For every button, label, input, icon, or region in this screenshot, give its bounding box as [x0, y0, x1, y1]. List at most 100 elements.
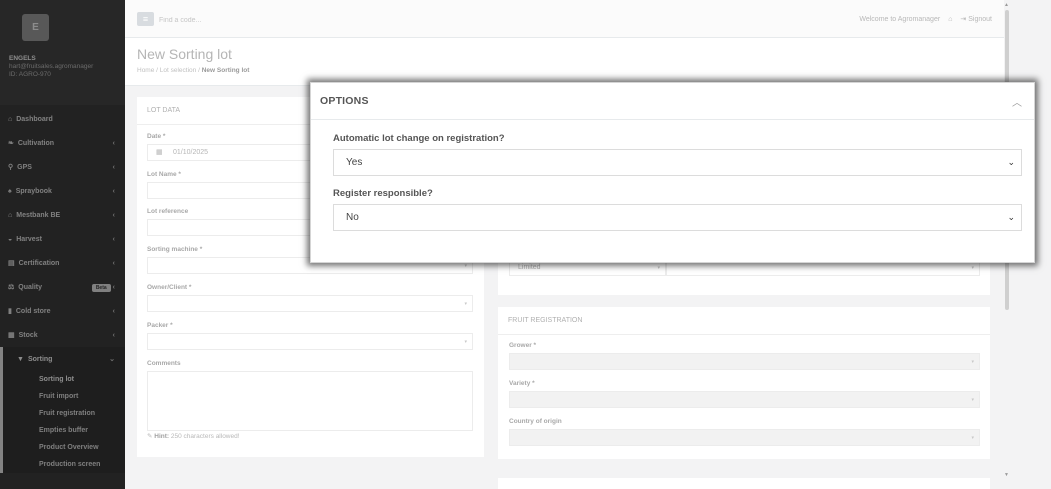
sidebar-item-cold-store[interactable]: ▮ Cold store ‹	[0, 299, 125, 323]
profile-area: E ENGELS hart@fruitsales.agromanager ID:…	[0, 0, 125, 105]
variety-select[interactable]: ▾	[509, 391, 980, 408]
sidebar-item-label: Spraybook	[15, 187, 52, 195]
comments-label: Comments	[147, 360, 181, 367]
sidebar-item-sorting[interactable]: ▼ Sorting ⌄	[0, 347, 125, 371]
sidebar-item-label: Certification	[18, 259, 60, 267]
sidebar-item-right: ‹	[113, 164, 115, 171]
comments-hint: ✎ Hint: 250 characters allowed!	[147, 432, 240, 440]
sidebar-item-label: Stock	[18, 331, 38, 339]
register-responsible-select[interactable]: No ⌄	[333, 204, 1022, 231]
country-of-origin-select[interactable]: ▾	[509, 429, 980, 446]
packer-select[interactable]: ▾	[147, 333, 473, 350]
lot-name-label: Lot Name *	[147, 171, 181, 178]
chevron-left-icon: ‹	[112, 187, 115, 195]
sidebar-item-gps[interactable]: ⚲ GPS ‹	[0, 155, 125, 179]
register-responsible-value: No	[346, 212, 359, 223]
auto-lot-change-value: Yes	[346, 157, 363, 168]
sidebar-item-harvest[interactable]: ◒ Harvest ‹	[0, 227, 125, 251]
date-label: Date *	[147, 133, 166, 140]
sidebar-item-spraybook[interactable]: ♠ Spraybook ‹	[0, 179, 125, 203]
breadcrumb-current: New Sorting lot	[201, 67, 250, 74]
grower-select[interactable]: ▾	[509, 353, 980, 370]
signout-icon: ⇥	[960, 16, 967, 23]
sidebar-item-cultivation[interactable]: ❧ Cultivation ‹	[0, 131, 125, 155]
auto-lot-change-select[interactable]: Yes ⌄	[333, 149, 1022, 176]
scroll-up-icon[interactable]: ▲	[1004, 2, 1009, 8]
chevron-down-icon: ⌄	[109, 356, 115, 363]
home-icon: ⌂	[8, 115, 13, 123]
avatar[interactable]: E	[22, 14, 49, 41]
breadcrumb: Home / Lot selection / New Sorting lot	[137, 67, 1004, 74]
submenu-item[interactable]: Sorting lot	[3, 371, 125, 388]
chevron-left-icon: ‹	[112, 139, 115, 147]
sidebar-item-mestbank-be[interactable]: ⌂ Mestbank BE ‹	[0, 203, 125, 227]
map-pin-icon: ⚲	[8, 164, 14, 171]
submenu-item[interactable]: Empties buffer	[3, 422, 125, 439]
chevron-down-icon: ⌄	[1007, 212, 1015, 222]
fruit-registration-title: FRUIT REGISTRATION	[498, 307, 990, 335]
user-id: ID: AGRO-970	[9, 71, 51, 78]
submenu-item[interactable]: Production screen	[3, 456, 125, 473]
breadcrumb-home[interactable]: Home	[137, 67, 154, 74]
sidebar-item-right: ‹	[113, 140, 115, 147]
hint-text: 250 characters allowed!	[170, 433, 240, 440]
signout-link[interactable]: ⇥ Signout	[960, 15, 992, 23]
chevron-left-icon: ‹	[112, 235, 115, 243]
sidebar-item-quality[interactable]: ⚖ Quality Beta ‹	[0, 275, 125, 299]
chevron-down-icon: ▾	[464, 339, 467, 345]
beta-badge: Beta	[91, 283, 111, 292]
sidebar: E ENGELS hart@fruitsales.agromanager ID:…	[0, 0, 125, 489]
sidebar-item-right: ‹	[113, 212, 115, 219]
country-of-origin-label: Country of origin	[509, 418, 562, 425]
sidebar-item-label: Cold store	[15, 307, 51, 315]
packer-label: Packer *	[147, 322, 173, 329]
sidebar-item-label: Dashboard	[16, 115, 53, 123]
sidebar-item-content: ⚖ Quality	[8, 283, 42, 292]
scroll-down-icon[interactable]: ▼	[1004, 472, 1009, 478]
menu-toggle-button[interactable]: ≡	[137, 12, 154, 26]
options-title: OPTIONS	[320, 95, 369, 107]
spray-icon: ♠	[8, 187, 12, 195]
chevron-down-icon: ▾	[464, 263, 467, 269]
sidebar-item-label: Cultivation	[17, 139, 55, 147]
chevron-left-icon: ‹	[112, 211, 115, 219]
comments-textarea[interactable]	[147, 371, 473, 431]
thermometer-icon: ▮	[8, 308, 12, 315]
submenu-item[interactable]: Fruit registration	[3, 405, 125, 422]
sidebar-item-right: Beta ‹	[91, 283, 115, 292]
next-panel-edge	[498, 478, 990, 489]
submenu-item[interactable]: Product Overview	[3, 439, 125, 456]
limited-value: Limited	[518, 264, 541, 271]
sidebar-item-dashboard[interactable]: ⌂ Dashboard	[0, 107, 125, 131]
chevron-up-icon[interactable]: ︿	[1012, 94, 1022, 109]
chevron-down-icon: ⌄	[1007, 157, 1015, 167]
options-modal: OPTIONS ︿ Automatic lot change on regist…	[310, 82, 1035, 263]
breadcrumb-lot-selection[interactable]: Lot selection	[160, 67, 197, 74]
auto-lot-change-label: Automatic lot change on registration?	[333, 133, 505, 144]
chevron-down-icon: ▾	[657, 265, 660, 271]
sidebar-item-right: ‹	[113, 188, 115, 195]
chevron-down-icon: ▾	[971, 397, 974, 403]
welcome-text: Welcome to Agromanager	[859, 15, 941, 23]
sidebar-item-stock[interactable]: ▦ Stock ‹	[0, 323, 125, 347]
owner-client-select[interactable]: ▾	[147, 295, 473, 312]
search-input[interactable]	[159, 13, 459, 27]
sidebar-nav: ⌂ Dashboard ❧ Cultivation ‹ ⚲ GPS ‹ ♠ Spraybook ‹ ⌂…	[0, 105, 125, 473]
sidebar-item-content: ⌂ Dashboard	[8, 116, 53, 123]
owner-client-label: Owner/Client *	[147, 284, 192, 291]
home-icon[interactable]: ⌂	[948, 16, 952, 23]
lot-reference-label: Lot reference	[147, 208, 189, 215]
sidebar-item-content: ▼ Sorting	[17, 356, 52, 363]
chevron-left-icon: ‹	[112, 259, 115, 267]
sidebar-item-label: GPS	[17, 163, 32, 171]
user-email: hart@fruitsales.agromanager	[9, 63, 94, 70]
submenu-item[interactable]: Fruit import	[3, 388, 125, 405]
org-name[interactable]: ENGELS	[9, 55, 116, 62]
bank-icon: ⌂	[8, 211, 13, 219]
calendar-icon[interactable]: ▦	[156, 148, 163, 156]
hamburger-icon: ≡	[142, 14, 149, 24]
sidebar-item-content: ▦ Stock	[8, 331, 38, 340]
sidebar-item-label: Mestbank BE	[16, 211, 61, 219]
sorting-submenu: Sorting lot Fruit import Fruit registratio…	[0, 371, 125, 473]
sidebar-item-certification[interactable]: ▤ Certification ‹	[0, 251, 125, 275]
